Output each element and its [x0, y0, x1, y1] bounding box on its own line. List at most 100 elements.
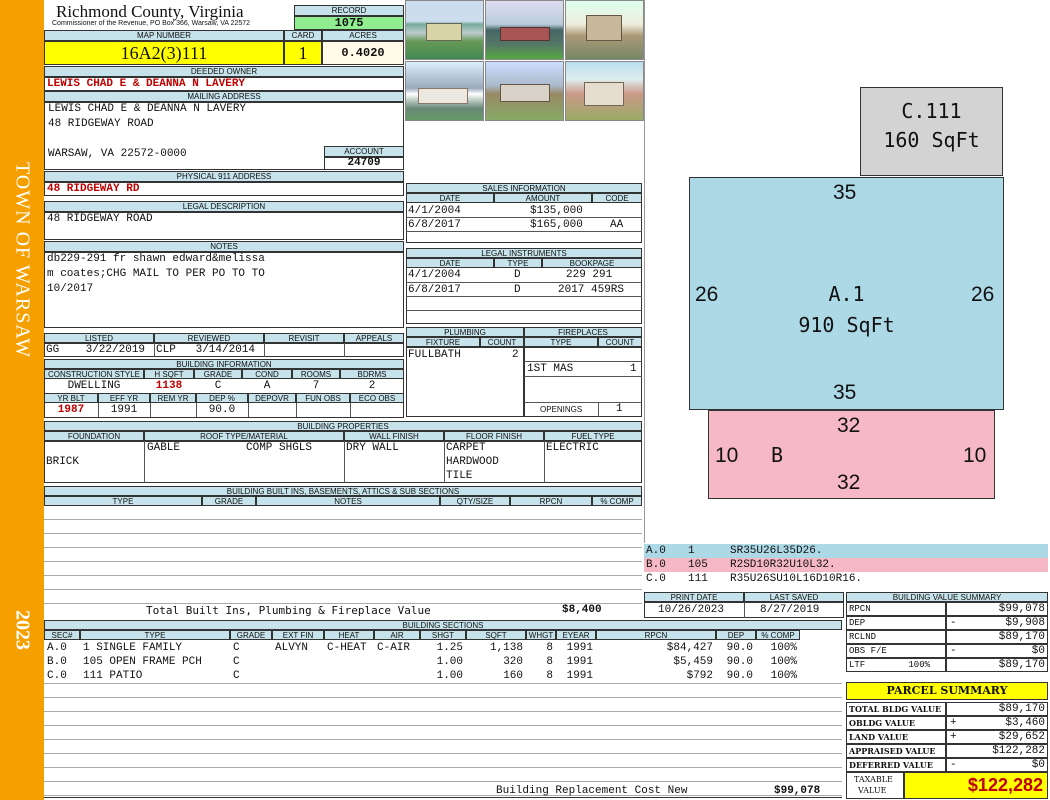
sections-col-0: SEC#	[44, 630, 80, 640]
appeals-header: APPEALS	[344, 333, 404, 343]
section-row-0-col-11: 90.0	[726, 642, 753, 654]
building-info-col2-3: DEP %	[196, 393, 248, 403]
physical-address-header: PHYSICAL 911 ADDRESS	[44, 171, 404, 182]
section-row-0-col-5: C-AIR	[377, 642, 411, 654]
mailing-address-header: MAILING ADDRESS	[44, 91, 404, 102]
plumbing-header: PLUMBING	[406, 327, 524, 337]
record-value: 1075	[294, 16, 404, 30]
sketch-legend-row	[644, 544, 1048, 558]
value-summary-value: $99,078	[998, 603, 1045, 615]
section-row-2-col-11: 90.0	[726, 670, 753, 682]
value-summary-value: $89,170	[998, 631, 1045, 643]
plumbing-col-count: COUNT	[480, 337, 524, 347]
sections-col-5: AIR	[374, 630, 420, 640]
building-info-header: BUILDING INFORMATION	[44, 359, 404, 369]
props-col-fuel: FUEL TYPE	[544, 431, 642, 441]
county-title: Richmond County, Virginia	[56, 2, 244, 21]
building-info-divider	[98, 403, 99, 417]
property-photo-2	[485, 0, 564, 60]
sections-row-line	[44, 697, 842, 698]
parcel-value: $122,282	[992, 745, 1045, 757]
roof-material-value: COMP SHGLS	[246, 442, 313, 454]
parcel-label: DEFERRED VALUE	[849, 760, 933, 770]
section-row-2-col-6: 1.00	[436, 670, 463, 682]
floor-finish-3: TILE	[446, 470, 473, 482]
section-row-1-col-12: 100%	[770, 656, 797, 668]
section-row-2-col-2: C	[233, 670, 240, 682]
physical-address: 48 RIDGEWAY RD	[47, 183, 140, 195]
legal-col-bookpage: BOOKPAGE	[542, 258, 642, 268]
floor-finish-1: CARPET	[446, 442, 486, 454]
taxable-value: $122,282	[904, 772, 1048, 799]
props-col-foundation: FOUNDATION	[44, 431, 144, 441]
card-number: 1	[284, 41, 322, 65]
deeded-owner: LEWIS CHAD E & DEANNA N LAVERY	[47, 78, 246, 90]
fireplaces-header: FIREPLACES	[524, 327, 642, 337]
sections-col-8: WHGT	[526, 630, 556, 640]
parcel-label: APPRAISED VALUE	[849, 746, 936, 756]
section-row-0-col-12: 100%	[770, 642, 797, 654]
section-row-1-col-11: 90.0	[726, 656, 753, 668]
building-info-col2-0: YR BLT	[44, 393, 98, 403]
sections-border	[44, 797, 842, 798]
builtins-col-comp: % COMP	[592, 496, 642, 506]
builtins-row-line	[44, 519, 642, 520]
section-row-0-col-2: C	[233, 642, 240, 654]
sections-col-6: SHGT	[420, 630, 466, 640]
building-info-col2-5: FUN OBS	[296, 393, 350, 403]
value-summary-value: $89,170	[998, 659, 1045, 671]
parcel-value: $29,652	[998, 731, 1045, 743]
parcel-label: OBLDG VALUE	[849, 718, 915, 728]
floor-finish-2: HARDWOOD	[446, 456, 499, 468]
building-info-col-4: ROOMS	[292, 369, 340, 379]
parcel-label: LAND VALUE	[849, 732, 908, 742]
sketch-legend-path: SR35U26L35D26.	[730, 545, 823, 557]
map-number-header: MAP NUMBER	[44, 30, 284, 41]
record-header: RECORD	[294, 5, 404, 16]
builtins-row-line	[44, 561, 642, 562]
builtins-col-notes: NOTES	[256, 496, 440, 506]
sections-col-7: SQFT	[466, 630, 526, 640]
last-saved: 8/27/2019	[760, 604, 820, 616]
builtins-col-grade: GRADE	[202, 496, 256, 506]
legal-row-1-type: D	[514, 269, 521, 281]
openings-label: OPENINGS	[540, 405, 583, 414]
notes-line-3: 10/2017	[47, 283, 94, 295]
sections-col-1: TYPE	[80, 630, 230, 640]
notes-line-1: db229-291 fr shawn edward&melissa	[47, 253, 265, 265]
fireplace-col-type: TYPE	[524, 337, 598, 347]
roof-type-value: GABLE	[147, 442, 181, 454]
building-info-val-0: DWELLING	[67, 380, 121, 392]
building-info-col-2: GRADE	[194, 369, 242, 379]
section-row-1-col-8: 8	[546, 656, 553, 668]
plumbing-col-fixture: FIXTURE	[406, 337, 480, 347]
building-info-val-3: A	[263, 380, 271, 392]
sections-row-line	[44, 753, 842, 754]
sketch-c-label: C.111	[901, 99, 962, 123]
section-row-1-col-0: B.0	[47, 656, 67, 668]
section-row-1-col-6: 1.00	[436, 656, 463, 668]
building-info-col2-4: DEPOVR	[248, 393, 296, 403]
sketch-legend-code: 1	[688, 545, 695, 557]
building-info-val-2: C	[214, 380, 222, 392]
section-row-0-col-9: 1991	[566, 642, 593, 654]
building-info-val-4: 7	[312, 380, 320, 392]
sections-row-line	[44, 725, 842, 726]
notes-line-2: m coates;CHG MAIL TO PER PO TO TO	[47, 268, 265, 280]
value-summary-value: $0	[1031, 645, 1045, 657]
section-row-2-col-10: $792	[686, 670, 713, 682]
sales-col-date: DATE	[406, 193, 494, 203]
acres-header: ACRES	[322, 30, 404, 41]
building-info-divider	[150, 403, 151, 417]
foundation-value: BRICK	[46, 456, 80, 468]
print-date: 10/26/2023	[658, 604, 725, 616]
value-summary-value: $9,908	[1005, 617, 1045, 629]
county-address: Commissioner of the Revenue, PO Box 366,…	[52, 20, 251, 27]
deeded-owner-header: DEEDED OWNER	[44, 66, 404, 77]
builtins-row-line	[44, 533, 642, 534]
map-number: 16A2(3)111	[44, 41, 284, 65]
sketch-b-left: 10	[715, 444, 739, 467]
sketch-b-label: B	[771, 443, 784, 467]
building-info-val2-0: 1987	[57, 404, 85, 416]
builtins-col-type: TYPE	[44, 496, 202, 506]
